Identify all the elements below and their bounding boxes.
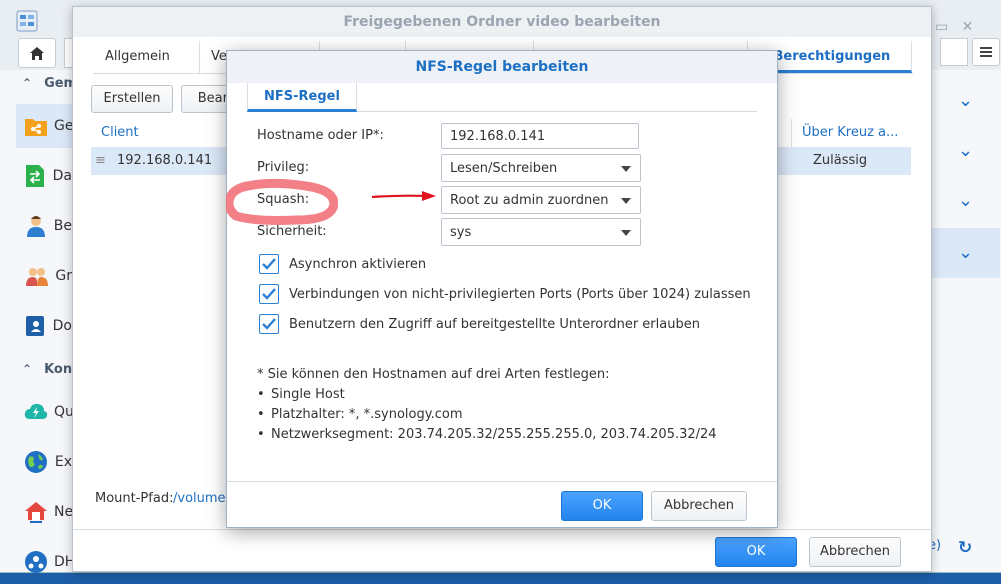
security-label: Sicherheit: xyxy=(257,224,327,239)
list-icon xyxy=(980,47,992,57)
sidebar-item-shared-folder[interactable]: Ge xyxy=(16,104,74,148)
sidebar-item-group[interactable]: Gr xyxy=(16,254,72,298)
create-button[interactable]: Erstellen xyxy=(91,85,173,113)
checkbox-label: Verbindungen von nicht-privilegierten Po… xyxy=(289,286,751,302)
hostname-note: * Sie können den Hostnamen auf drei Arte… xyxy=(257,367,610,382)
tab-bar: NFS-Regel xyxy=(247,83,757,112)
domain-icon xyxy=(24,313,47,339)
dhcp-icon xyxy=(24,549,48,575)
network-home-icon xyxy=(24,499,48,525)
dropdown-arrow-icon xyxy=(621,166,631,172)
cell-client: 192.168.0.141 xyxy=(117,153,213,168)
drag-handle-icon[interactable]: ≡ xyxy=(95,147,106,175)
squash-select[interactable]: Root zu admin zuordnen xyxy=(441,186,641,214)
sidebar-item-label: Gr xyxy=(55,268,72,284)
refresh-icon[interactable]: ↻ xyxy=(958,538,972,558)
squash-highlight-annotation xyxy=(226,178,338,225)
checkbox-subfolder-access[interactable]: Benutzern den Zugriff auf bereitgestellt… xyxy=(259,314,700,334)
red-arrow-annotation xyxy=(371,191,436,201)
list-item: Platzhalter: *, *.synology.com xyxy=(257,407,462,422)
search-field-right[interactable] xyxy=(940,38,968,66)
sidebar-item-dhcp[interactable]: DH xyxy=(16,540,75,584)
tab-general[interactable]: Allgemein xyxy=(93,41,200,73)
sidebar-item-quickconnect[interactable]: Qu xyxy=(16,390,74,434)
privilege-label: Privileg: xyxy=(257,160,310,175)
column-client[interactable]: Client xyxy=(101,119,139,147)
chevron-down-icon[interactable]: ⌄ xyxy=(958,140,978,161)
list-item: Netzwerksegment: 203.74.205.32/255.255.2… xyxy=(257,427,717,442)
list-menu-button[interactable] xyxy=(972,38,1000,66)
nfs-rule-dialog: NFS-Regel bearbeiten NFS-Regel Hostname … xyxy=(226,50,778,528)
hostname-label: Hostname oder IP*: xyxy=(257,128,384,143)
ok-button[interactable]: OK xyxy=(561,491,643,521)
checkbox-label: Asynchron aktivieren xyxy=(289,256,427,272)
globe-icon xyxy=(24,449,49,475)
sidebar-item-domain[interactable]: Do xyxy=(16,304,72,348)
quickconnect-icon xyxy=(24,399,48,425)
sidebar-item-label: Ne xyxy=(54,504,74,520)
divider xyxy=(227,481,777,482)
checkbox-nonprivileged-ports[interactable]: Verbindungen von nicht-privilegierten Po… xyxy=(259,284,751,304)
chevron-down-icon[interactable]: ⌄ xyxy=(958,90,978,111)
checkbox-label: Benutzern den Zugriff auf bereitgestellt… xyxy=(289,316,700,332)
window-title: Freigegebenen Ordner video bearbeiten xyxy=(73,7,931,37)
sidebar-item-user[interactable]: Be xyxy=(16,204,72,248)
shared-folder-icon xyxy=(24,113,48,139)
sidebar-item-file-services[interactable]: Da xyxy=(16,154,72,198)
home-icon xyxy=(30,46,44,60)
sidebar-item-label: Be xyxy=(53,218,72,234)
ok-button[interactable]: OK xyxy=(715,537,797,567)
column-cross-mount[interactable]: Über Kreuz a... xyxy=(791,119,908,147)
squash-value: Root zu admin zuordnen xyxy=(450,193,609,208)
sidebar-item-external-access[interactable]: Ex xyxy=(16,440,72,484)
sidebar-item-network[interactable]: Ne xyxy=(16,490,74,534)
control-panel-app-icon xyxy=(16,10,38,32)
security-select[interactable]: sys xyxy=(441,218,641,246)
divider xyxy=(73,529,931,530)
sidebar-item-label: Qu xyxy=(54,404,74,420)
list-item: Single Host xyxy=(257,387,345,402)
dropdown-arrow-icon xyxy=(621,198,631,204)
cell-cross-mount: Zulässig xyxy=(813,153,868,168)
security-value: sys xyxy=(450,225,472,240)
cancel-button[interactable]: Abbrechen xyxy=(651,491,747,521)
privilege-select[interactable]: Lesen/Schreiben xyxy=(441,154,641,182)
sidebar-section-connectivity[interactable]: ⌃ Kon xyxy=(22,362,72,377)
sidebar-item-label: Ex xyxy=(54,454,72,470)
checkmark-icon xyxy=(259,254,279,274)
user-icon xyxy=(24,213,48,239)
checkmark-icon xyxy=(259,284,279,304)
mount-path-value: /volume1 xyxy=(173,491,234,506)
file-services-icon xyxy=(24,163,47,189)
checkmark-icon xyxy=(259,314,279,334)
sidebar-item-label: Da xyxy=(52,168,72,184)
cancel-button[interactable]: Abbrechen xyxy=(809,537,901,567)
privilege-value: Lesen/Schreiben xyxy=(450,161,558,176)
chevron-down-icon[interactable]: ⌄ xyxy=(958,242,978,263)
close-icon[interactable]: ✕ xyxy=(962,19,974,35)
chevron-down-icon[interactable]: ⌄ xyxy=(958,190,978,211)
checkbox-async[interactable]: Asynchron aktivieren xyxy=(259,254,426,274)
dialog-title: NFS-Regel bearbeiten xyxy=(227,51,777,83)
sidebar-item-label: Ge xyxy=(54,118,74,134)
section-label: Kon xyxy=(44,362,73,377)
home-button[interactable] xyxy=(18,38,56,68)
window-controls: ▭ ✕ xyxy=(935,19,973,35)
mount-path-label: Mount-Pfad: xyxy=(95,491,174,506)
sidebar-section-file-sharing[interactable]: ⌃ Gem xyxy=(22,76,77,91)
dropdown-arrow-icon xyxy=(621,230,631,236)
hostname-input[interactable]: 192.168.0.141 xyxy=(441,123,639,149)
tab-nfs-rule[interactable]: NFS-Regel xyxy=(247,83,357,112)
group-icon xyxy=(24,263,49,289)
maximize-icon[interactable]: ▭ xyxy=(935,19,948,35)
caret-up-icon: ⌃ xyxy=(22,76,33,90)
caret-up-icon: ⌃ xyxy=(22,362,33,376)
sidebar-item-label: Do xyxy=(52,318,72,334)
